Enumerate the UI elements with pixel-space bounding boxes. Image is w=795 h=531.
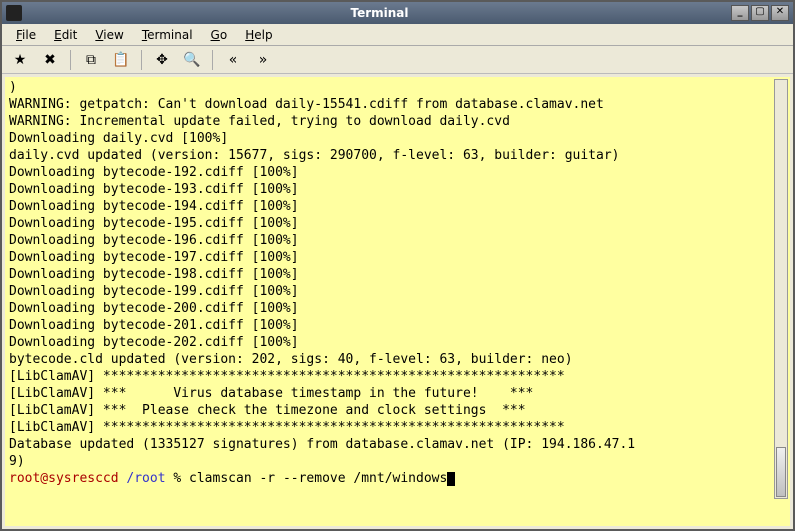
copy-icon: ⧉ — [86, 52, 96, 68]
output-line: Downloading bytecode-199.cdiff [100%] — [9, 283, 786, 300]
prompt-user: root@sysresccd — [9, 471, 119, 486]
prompt-path: /root — [126, 471, 165, 486]
scrollbar-thumb[interactable] — [776, 447, 786, 497]
toolbar: ★ ✖ ⧉ 📋 ✥ 🔍 « » — [2, 46, 793, 74]
copy-button[interactable]: ⧉ — [79, 49, 103, 71]
output-line: Database updated (1335127 signatures) fr… — [9, 436, 786, 453]
terminal-output[interactable]: )WARNING: getpatch: Can't download daily… — [5, 77, 790, 526]
output-line: Downloading daily.cvd [100%] — [9, 130, 786, 147]
new-tab-button[interactable]: ★ — [8, 49, 32, 71]
output-line: [LibClamAV] *** Virus database timestamp… — [9, 385, 786, 402]
fullscreen-icon: ✥ — [156, 52, 168, 68]
output-line: Downloading bytecode-193.cdiff [100%] — [9, 181, 786, 198]
cursor — [447, 472, 455, 486]
output-line: [LibClamAV] *** Please check the timezon… — [9, 402, 786, 419]
forward-icon: » — [259, 52, 268, 68]
menu-file[interactable]: File — [8, 26, 44, 44]
output-line: Downloading bytecode-200.cdiff [100%] — [9, 300, 786, 317]
back-icon: « — [229, 52, 238, 68]
menubar: File Edit View Terminal Go Help — [2, 24, 793, 46]
minimize-button[interactable]: _ — [731, 5, 749, 21]
menu-help[interactable]: Help — [237, 26, 280, 44]
paste-icon: 📋 — [112, 52, 129, 68]
toolbar-separator — [70, 50, 71, 70]
output-line: daily.cvd updated (version: 15677, sigs:… — [9, 147, 786, 164]
output-line: Downloading bytecode-198.cdiff [100%] — [9, 266, 786, 283]
terminal-container: )WARNING: getpatch: Can't download daily… — [2, 74, 793, 529]
output-line: ) — [9, 79, 786, 96]
scrollbar[interactable] — [774, 79, 788, 499]
output-line: [LibClamAV] ****************************… — [9, 368, 786, 385]
toolbar-separator — [212, 50, 213, 70]
output-line: Downloading bytecode-201.cdiff [100%] — [9, 317, 786, 334]
menu-edit[interactable]: Edit — [46, 26, 85, 44]
output-line: bytecode.cld updated (version: 202, sigs… — [9, 351, 786, 368]
maximize-button[interactable]: ▢ — [751, 5, 769, 21]
fullscreen-button[interactable]: ✥ — [150, 49, 174, 71]
output-line: [LibClamAV] ****************************… — [9, 419, 786, 436]
window-title: Terminal — [28, 6, 731, 20]
paste-button[interactable]: 📋 — [109, 49, 133, 71]
star-icon: ★ — [14, 52, 27, 68]
command-input[interactable]: clamscan -r --remove /mnt/windows — [189, 471, 447, 486]
close-tab-icon: ✖ — [44, 52, 56, 68]
output-line: Downloading bytecode-195.cdiff [100%] — [9, 215, 786, 232]
zoom-button[interactable]: 🔍 — [180, 49, 204, 71]
output-line: Downloading bytecode-194.cdiff [100%] — [9, 198, 786, 215]
window-controls: _ ▢ ✕ — [731, 5, 789, 21]
output-line: Downloading bytecode-196.cdiff [100%] — [9, 232, 786, 249]
output-line: 9) — [9, 453, 786, 470]
window-frame: Terminal _ ▢ ✕ File Edit View Terminal G… — [0, 0, 795, 531]
output-line: Downloading bytecode-197.cdiff [100%] — [9, 249, 786, 266]
output-line: WARNING: Incremental update failed, tryi… — [9, 113, 786, 130]
menu-go[interactable]: Go — [203, 26, 236, 44]
close-button[interactable]: ✕ — [771, 5, 789, 21]
prompt-line[interactable]: root@sysresccd /root % clamscan -r --rem… — [9, 470, 786, 487]
menu-terminal[interactable]: Terminal — [134, 26, 201, 44]
close-tab-button[interactable]: ✖ — [38, 49, 62, 71]
titlebar[interactable]: Terminal _ ▢ ✕ — [2, 2, 793, 24]
output-line: Downloading bytecode-192.cdiff [100%] — [9, 164, 786, 181]
prompt-symbol: % — [173, 471, 181, 486]
output-line: WARNING: getpatch: Can't download daily-… — [9, 96, 786, 113]
menu-view[interactable]: View — [87, 26, 131, 44]
output-line: Downloading bytecode-202.cdiff [100%] — [9, 334, 786, 351]
app-icon — [6, 5, 22, 21]
zoom-icon: 🔍 — [183, 52, 200, 68]
forward-button[interactable]: » — [251, 49, 275, 71]
toolbar-separator — [141, 50, 142, 70]
back-button[interactable]: « — [221, 49, 245, 71]
